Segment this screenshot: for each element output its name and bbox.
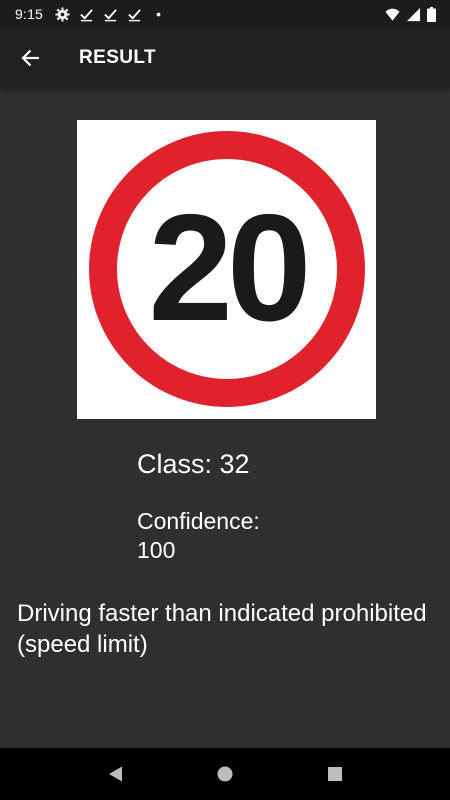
wifi-icon — [385, 8, 400, 21]
nav-recents-button[interactable] — [310, 749, 360, 799]
nav-home-button[interactable] — [200, 749, 250, 799]
nav-back-button[interactable] — [90, 749, 140, 799]
check-icon — [80, 8, 93, 21]
check-icon — [104, 8, 117, 21]
battery-icon — [427, 6, 436, 22]
arrow-left-icon — [21, 49, 39, 67]
home-circle-icon — [217, 766, 233, 782]
speed-limit-sign-image: 20 — [77, 120, 376, 419]
back-triangle-icon — [109, 766, 122, 782]
page-title: RESULT — [79, 47, 156, 68]
confidence-value: 100 — [137, 537, 176, 563]
status-right — [385, 6, 436, 22]
sign-number: 20 — [148, 183, 306, 353]
notification-icons — [55, 6, 166, 22]
gear-icon — [55, 6, 70, 22]
class-text: Class: 32 — [137, 449, 250, 479]
status-time: 9:15 — [15, 6, 44, 22]
system-nav-bar — [0, 748, 450, 800]
signal-icon — [406, 7, 421, 21]
recents-square-icon — [328, 767, 342, 781]
app-bar: RESULT — [0, 28, 450, 88]
status-left: 9:15 — [15, 6, 166, 22]
check-icon — [128, 8, 141, 21]
speed-limit-sign-graphic: 20 — [77, 120, 376, 419]
status-bar: 9:15 — [0, 0, 450, 28]
sign-description: Driving faster than indicated prohibited… — [17, 600, 427, 658]
back-button[interactable] — [3, 30, 59, 86]
confidence-label: Confidence: — [137, 508, 260, 534]
dot-icon — [156, 12, 161, 16]
